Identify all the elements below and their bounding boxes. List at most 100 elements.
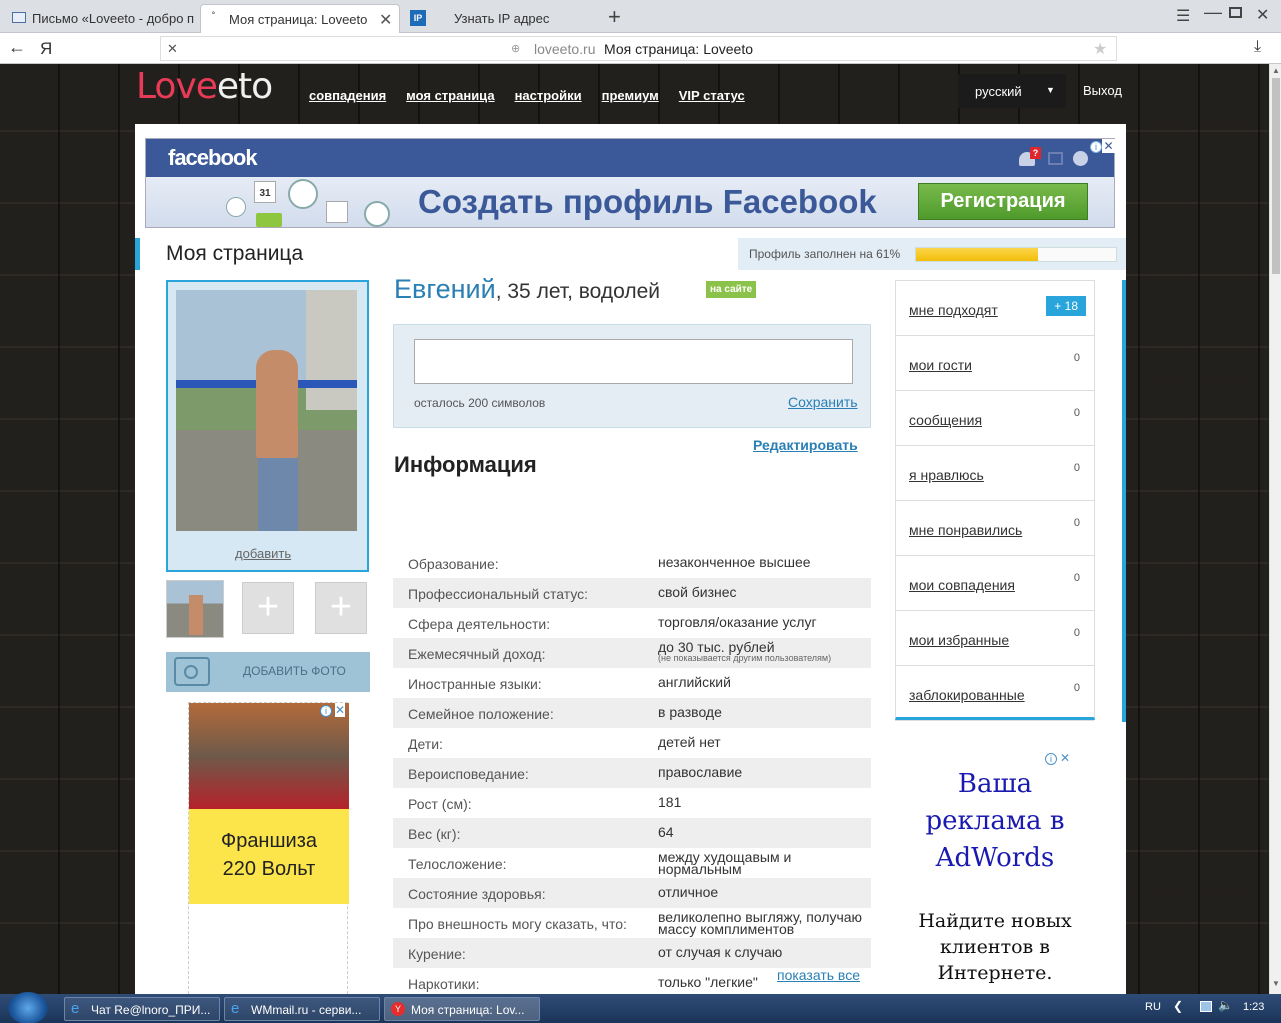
main-content: facebook ? i ✕ 31 Создать профиль Facebo…: [135, 124, 1126, 994]
status-textarea[interactable]: [414, 339, 853, 384]
show-all-link[interactable]: показать все: [777, 967, 860, 983]
sidebar-item[interactable]: мои гости 0: [895, 336, 1094, 391]
page-scrollbar[interactable]: ▲ ▼: [1269, 64, 1281, 994]
back-icon[interactable]: ←: [8, 37, 26, 58]
ad-info-icon[interactable]: i: [1090, 141, 1102, 153]
main-nav: совпадения моя страница настройки премиу…: [309, 88, 745, 103]
sidebar-link[interactable]: мои избранные: [909, 632, 1009, 648]
info-value-text: отличное: [658, 884, 719, 900]
close-tab-icon[interactable]: ✕: [379, 10, 392, 30]
add-photo-link[interactable]: добавить: [235, 546, 291, 561]
sidebar-link[interactable]: заблокированные: [909, 687, 1025, 703]
menu-icon[interactable]: ☰: [1176, 6, 1190, 26]
close-window-icon[interactable]: ✕: [1256, 5, 1269, 25]
sidebar-link[interactable]: мне понравились: [909, 522, 1022, 538]
sidebar-item[interactable]: сообщения 0: [895, 391, 1094, 446]
sidebar-item[interactable]: мне подходят + 18: [895, 281, 1094, 336]
info-key: Образование:: [408, 556, 499, 572]
scrollbar-thumb[interactable]: [1272, 78, 1280, 274]
sidebar-item[interactable]: заблокированные 0: [895, 666, 1094, 721]
edit-link[interactable]: Редактировать: [753, 437, 858, 453]
tab-mail[interactable]: Письмо «Loveeto - добро п: [4, 4, 196, 33]
stop-icon[interactable]: ✕: [167, 41, 178, 57]
nav-premium[interactable]: премиум: [602, 88, 659, 103]
save-link[interactable]: Сохранить: [788, 394, 858, 410]
sidebar-item[interactable]: я нравлюсь 0: [895, 446, 1094, 501]
mail-icon: [12, 12, 26, 23]
minimize-icon[interactable]: —: [1204, 2, 1222, 23]
info-key: Вероисповедание:: [408, 766, 529, 782]
info-row: Рост (см): 181: [393, 788, 871, 818]
nav-my-page[interactable]: моя страница: [406, 88, 494, 103]
sidebar-item[interactable]: мне понравились 0: [895, 501, 1094, 556]
start-button[interactable]: [8, 992, 48, 1023]
ad-close-icon[interactable]: ✕: [335, 703, 346, 717]
info-value: английский: [658, 675, 731, 689]
info-value: свой бизнес: [658, 584, 737, 600]
clock[interactable]: 1:23: [1243, 1001, 1264, 1013]
info-key: Курение:: [408, 946, 466, 962]
logout-link[interactable]: Выход: [1083, 83, 1122, 98]
volume-icon[interactable]: 🔈: [1218, 998, 1233, 1012]
tab-my-page[interactable]: ˚ Моя страница: Loveeto ✕: [200, 4, 400, 33]
info-row: Телосложение: между худощавым и нормальны…: [393, 848, 871, 878]
sidebar-item[interactable]: мои избранные 0: [895, 611, 1094, 666]
tab-title: Моя страница: Loveeto: [229, 12, 368, 27]
sidebar-link[interactable]: я нравлюсь: [909, 467, 984, 483]
nav-settings[interactable]: настройки: [515, 88, 582, 103]
add-thumbnail-button[interactable]: +: [315, 582, 367, 634]
left-ad[interactable]: i ✕ Франшиза 220 Вольт: [188, 702, 349, 994]
facebook-logo: facebook: [168, 145, 258, 170]
ad-headline: Создать профиль Facebook: [418, 183, 877, 220]
accent-bar: [135, 238, 140, 270]
sidebar-link[interactable]: мои совпадения: [909, 577, 1015, 593]
nav-matches[interactable]: совпадения: [309, 88, 386, 103]
info-row: Семейное положение: в разводе: [393, 698, 871, 728]
info-value: 64: [658, 824, 674, 840]
ad-info-icon[interactable]: i: [1045, 753, 1057, 765]
person: [189, 595, 203, 635]
taskbar-item-wmmail[interactable]: e WMmail.ru - серви...: [224, 997, 380, 1021]
ad-close-icon[interactable]: ✕: [1102, 139, 1115, 153]
yandex-logo[interactable]: Я: [40, 39, 52, 59]
download-icon[interactable]: ⤓: [1254, 38, 1261, 56]
nav-vip[interactable]: VIP статус: [679, 88, 745, 103]
scroll-up-icon[interactable]: ▲: [1272, 66, 1280, 75]
url-field[interactable]: ✕ ⊕ loveeto.ru Моя страница: Loveeto ★: [160, 36, 1117, 61]
add-photo-button[interactable]: ДОБАВИТЬ ФОТО: [166, 652, 370, 692]
site-logo[interactable]: Loveeto: [136, 66, 273, 107]
ad-close-icon[interactable]: ✕: [1060, 751, 1070, 765]
bookmark-star-icon[interactable]: ★: [1093, 39, 1107, 59]
profile-photo[interactable]: [176, 290, 357, 531]
info-row: Про внешность могу сказать, что: великоле…: [393, 908, 871, 938]
taskbar-label: WMmail.ru - серви...: [251, 1003, 362, 1017]
restore-icon[interactable]: [1229, 7, 1242, 18]
sidebar-link[interactable]: сообщения: [909, 412, 982, 428]
sidebar-item[interactable]: мои совпадения 0: [895, 556, 1094, 611]
language-indicator[interactable]: RU: [1145, 1001, 1161, 1013]
new-tab-icon[interactable]: +: [608, 4, 621, 30]
tab-ip[interactable]: IP Узнать IP адрес: [404, 4, 600, 33]
facebook-ad[interactable]: facebook ? i ✕ 31 Создать профиль Facebo…: [145, 138, 1115, 228]
sidebar-link[interactable]: мои гости: [909, 357, 972, 373]
ad-info-icon[interactable]: i: [320, 705, 332, 717]
right-ad[interactable]: i ✕ Ваша реклама в AdWords Найдите новых…: [895, 751, 1095, 994]
info-row: Вероисповедание: православие: [393, 758, 871, 788]
photo-thumbnail[interactable]: [166, 580, 224, 638]
add-thumbnail-button[interactable]: +: [242, 582, 294, 634]
language-select[interactable]: русский ▼: [958, 74, 1066, 108]
register-button[interactable]: Регистрация: [918, 183, 1088, 220]
info-value: детей нет: [658, 735, 721, 749]
camera-lens: [184, 665, 198, 679]
sidebar-link[interactable]: мне подходят: [909, 302, 998, 318]
info-value-text: 64: [658, 824, 674, 840]
tray-arrow-icon[interactable]: ❮: [1173, 999, 1183, 1013]
taskbar-item-loveeto[interactable]: Y Моя страница: Lov...: [384, 997, 540, 1021]
info-value-text: свой бизнес: [658, 584, 737, 600]
info-key: Наркотики:: [408, 976, 480, 992]
ad-headline: Ваша реклама в AdWords: [925, 769, 1065, 873]
taskbar-item-chat[interactable]: e Чат Re@lnoro_ПРИ...: [64, 997, 220, 1021]
scroll-down-icon[interactable]: ▼: [1272, 979, 1280, 988]
network-icon[interactable]: [1200, 1001, 1212, 1012]
status-box: осталось 200 символов Сохранить: [393, 324, 871, 428]
